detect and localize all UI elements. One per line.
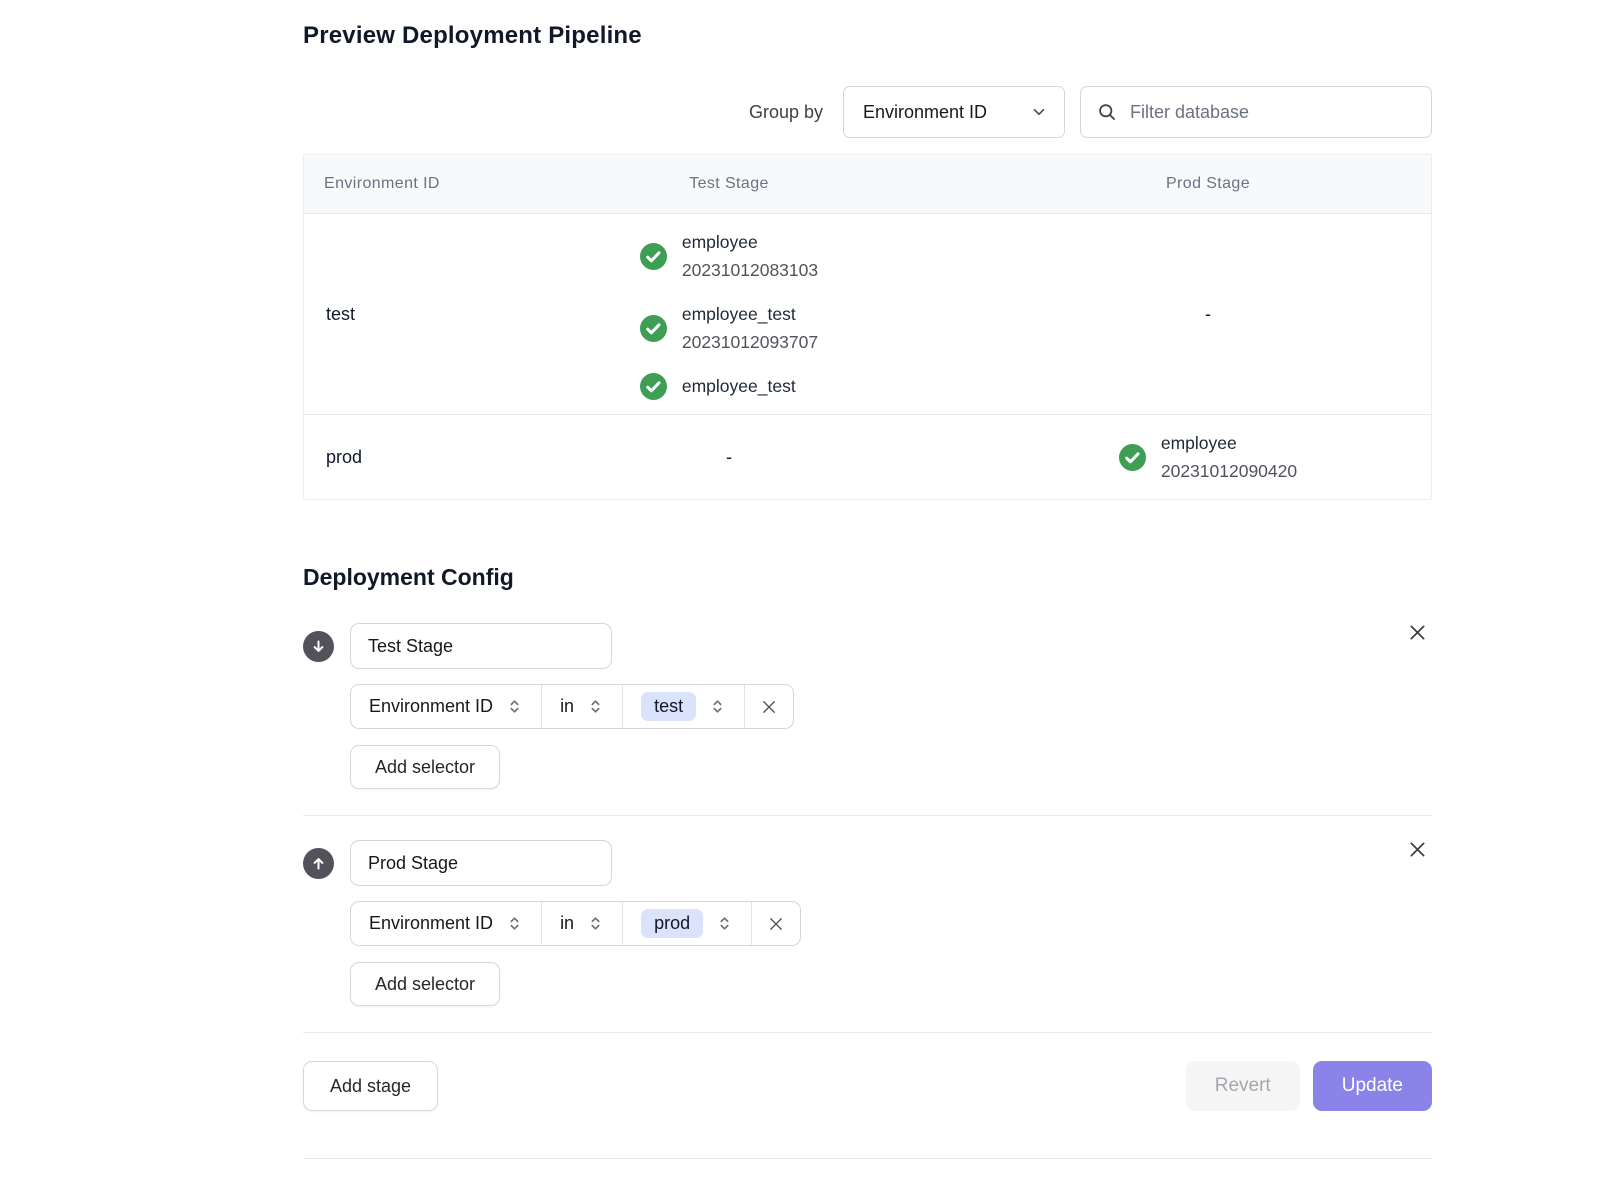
check-circle-icon [640, 243, 667, 270]
test-stage-empty-cell: - [475, 415, 983, 499]
main-content: Preview Deployment Pipeline Group by Env… [303, 0, 1432, 1159]
database-label: employee 20231012090420 [1161, 429, 1297, 485]
stage-card-test: Environment ID in test Add selector [303, 623, 1432, 789]
add-selector-button[interactable]: Add selector [350, 745, 500, 789]
close-icon [1407, 839, 1428, 860]
select-arrows-icon [506, 915, 523, 932]
database-name: employee_test [682, 300, 818, 328]
selector-key-select[interactable]: Environment ID [351, 902, 542, 945]
group-by-label: Group by [749, 102, 823, 123]
prod-stage-cell: employee 20231012090420 [983, 415, 1433, 499]
pipeline-table-header: Environment ID Test Stage Prod Stage [304, 155, 1431, 213]
stage-header [303, 840, 1432, 886]
stage-divider [303, 815, 1432, 816]
remove-selector-button[interactable] [752, 902, 800, 945]
check-circle-icon [1119, 444, 1146, 471]
search-icon [1097, 102, 1117, 122]
database-name: employee_test [682, 372, 796, 400]
database-label: employee_test 20231012093707 [682, 300, 818, 356]
stage-direction-badge [303, 631, 334, 662]
select-arrows-icon [506, 698, 523, 715]
remove-stage-button[interactable] [1404, 619, 1430, 645]
footer-actions: Revert Update [1186, 1061, 1432, 1111]
selector-value-tag: prod [641, 909, 703, 938]
x-icon [760, 698, 778, 716]
toolbar: Group by Environment ID [303, 86, 1432, 138]
x-icon [767, 915, 785, 933]
group-by-selected-value: Environment ID [863, 102, 987, 123]
select-arrows-icon [709, 698, 726, 715]
close-icon [1407, 622, 1428, 643]
test-stage-cell: employee 20231012083103 employee_test 20… [475, 214, 983, 414]
group-by-select[interactable]: Environment ID [843, 86, 1065, 138]
column-header-environment-id: Environment ID [304, 155, 475, 213]
database-version: 20231012093707 [682, 328, 818, 356]
config-footer: Add stage Revert Update [303, 1061, 1432, 1111]
stage-card-prod: Environment ID in prod Add selector [303, 840, 1432, 1006]
database-label: employee_test [682, 372, 796, 400]
update-button[interactable]: Update [1313, 1061, 1432, 1111]
chevron-down-icon [1030, 103, 1048, 121]
selector-value-select[interactable]: test [623, 685, 745, 728]
selector-operator-label: in [560, 913, 574, 934]
selector-value-tag: test [641, 692, 696, 721]
revert-button[interactable]: Revert [1186, 1061, 1300, 1111]
add-selector-button[interactable]: Add selector [350, 962, 500, 1006]
stage-name-input[interactable] [350, 840, 612, 886]
selector-group: Environment ID in test [350, 684, 794, 729]
stage-direction-badge [303, 848, 334, 879]
selector-key-select[interactable]: Environment ID [351, 685, 542, 728]
column-header-prod-stage: Prod Stage [983, 155, 1433, 213]
selector-value-select[interactable]: prod [623, 902, 752, 945]
select-arrows-icon [587, 698, 604, 715]
database-label: employee 20231012083103 [682, 228, 818, 284]
database-name: employee [1161, 429, 1297, 457]
database-list: employee 20231012090420 [1119, 415, 1297, 499]
column-header-test-stage: Test Stage [475, 155, 983, 213]
add-stage-button[interactable]: Add stage [303, 1061, 438, 1111]
table-row-prod: prod - employee 20231012090420 [304, 414, 1431, 499]
arrow-up-icon [310, 855, 327, 872]
prod-stage-empty-cell: - [983, 214, 1433, 414]
page-title: Preview Deployment Pipeline [303, 22, 1432, 50]
database-version: 20231012090420 [1161, 457, 1297, 485]
database-item: employee 20231012083103 [640, 228, 818, 284]
database-name: employee [682, 228, 818, 256]
select-arrows-icon [716, 915, 733, 932]
remove-stage-button[interactable] [1404, 836, 1430, 862]
selector-key-label: Environment ID [369, 696, 493, 717]
selector-group: Environment ID in prod [350, 901, 801, 946]
select-arrows-icon [587, 915, 604, 932]
database-list: employee 20231012083103 employee_test 20… [640, 214, 818, 414]
database-filter[interactable] [1080, 86, 1432, 138]
database-item: employee_test [640, 372, 818, 400]
database-version: 20231012083103 [682, 256, 818, 284]
bottom-divider [303, 1158, 1432, 1159]
deployment-config-title: Deployment Config [303, 564, 1432, 591]
check-circle-icon [640, 373, 667, 400]
database-item: employee 20231012090420 [1119, 429, 1297, 485]
pipeline-table: Environment ID Test Stage Prod Stage tes… [303, 154, 1432, 500]
check-circle-icon [640, 315, 667, 342]
config-footer-divider [303, 1032, 1432, 1033]
database-filter-input[interactable] [1128, 101, 1417, 124]
arrow-down-icon [310, 638, 327, 655]
remove-selector-button[interactable] [745, 685, 793, 728]
stage-header [303, 623, 1432, 669]
selector-operator-select[interactable]: in [542, 902, 623, 945]
database-item: employee_test 20231012093707 [640, 300, 818, 356]
selector-operator-select[interactable]: in [542, 685, 623, 728]
table-row-test: test employee 20231012083103 employee_te… [304, 213, 1431, 414]
environment-cell: prod [304, 415, 475, 499]
selector-operator-label: in [560, 696, 574, 717]
selector-key-label: Environment ID [369, 913, 493, 934]
stage-name-input[interactable] [350, 623, 612, 669]
environment-cell: test [304, 214, 475, 414]
